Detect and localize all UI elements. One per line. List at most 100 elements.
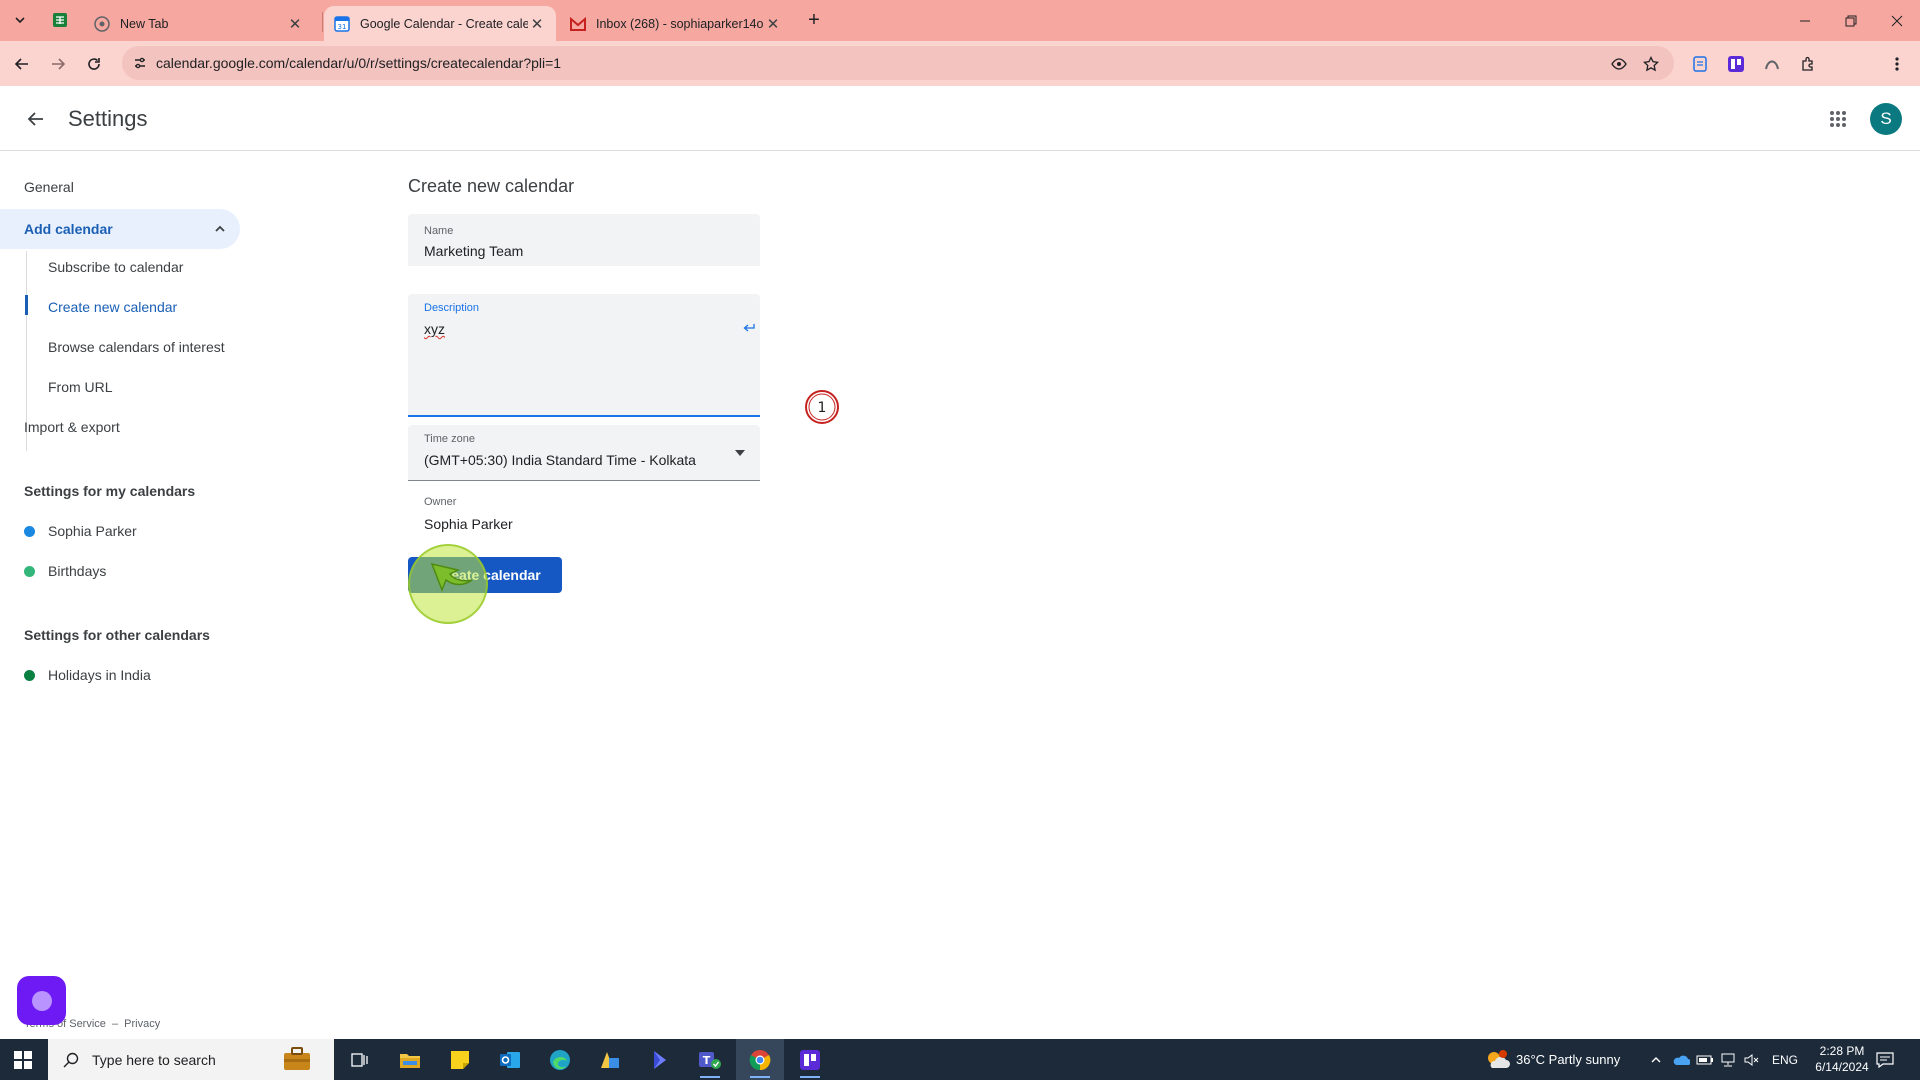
taskbar-sticky-notes[interactable] xyxy=(436,1039,484,1080)
clock-time: 2:28 PM xyxy=(1819,1044,1865,1058)
close-icon[interactable]: ✕ xyxy=(528,15,546,33)
tab-google-calendar[interactable]: 31 Google Calendar - Create calen ✕ xyxy=(324,6,556,41)
sidebar-item-add-calendar[interactable]: Add calendar xyxy=(0,209,240,249)
sheets-icon xyxy=(53,13,67,27)
extensions-puzzle-icon[interactable] xyxy=(1797,53,1819,75)
timezone-selected-value: (GMT+05:30) India Standard Time - Kolkat… xyxy=(424,452,696,468)
close-icon[interactable]: ✕ xyxy=(286,15,304,33)
name-field[interactable]: Name Marketing Team xyxy=(408,214,760,266)
minimize-icon xyxy=(1800,20,1810,21)
page-title: Settings xyxy=(68,106,148,131)
volume-muted-icon[interactable] xyxy=(1744,1039,1760,1080)
plus-icon: + xyxy=(808,8,820,31)
pinned-tab-sheets[interactable] xyxy=(46,8,74,32)
notifications-icon[interactable] xyxy=(1876,1039,1894,1080)
bookmark-star-icon[interactable] xyxy=(1640,53,1662,75)
field-label: Owner xyxy=(424,496,457,508)
files-icon xyxy=(601,1051,619,1068)
close-icon[interactable]: ✕ xyxy=(764,15,782,33)
sidebar-item-from-url[interactable]: From URL xyxy=(48,367,113,407)
chevron-down-icon xyxy=(15,17,25,24)
sidebar-item-calendar-birthdays[interactable]: Birthdays xyxy=(24,559,106,583)
sidebar-item-browse-calendars[interactable]: Browse calendars of interest xyxy=(48,327,225,367)
taskbar-outlook[interactable] xyxy=(486,1039,534,1080)
timezone-select[interactable]: Time zone (GMT+05:30) India Standard Tim… xyxy=(408,425,760,481)
browser-tab-strip: New Tab ✕ 31 Google Calendar - Create ca… xyxy=(0,0,1920,41)
restore-button[interactable] xyxy=(1828,0,1874,41)
tab-title: New Tab xyxy=(120,16,169,31)
section-heading-other-calendars: Settings for other calendars xyxy=(24,627,210,643)
weather-widget[interactable]: 36°C Partly sunny xyxy=(1484,1039,1620,1080)
description-field[interactable]: Description xyz xyxy=(408,294,760,417)
task-view-button[interactable] xyxy=(336,1039,384,1080)
copilot-icon xyxy=(654,1050,666,1069)
sidebar-item-calendar-holidays-india[interactable]: Holidays in India xyxy=(24,663,151,687)
step-number-badge: 1 xyxy=(805,390,839,424)
name-input-value[interactable]: Marketing Team xyxy=(424,243,523,259)
settings-header: Settings S xyxy=(0,86,1920,151)
chrome-icon xyxy=(749,1049,771,1070)
network-icon[interactable] xyxy=(1720,1039,1736,1080)
browser-toolbar: calendar.google.com/calendar/u/0/r/setti… xyxy=(0,41,1920,115)
taskbar-teams[interactable]: T xyxy=(686,1039,734,1080)
tab-search-button[interactable] xyxy=(6,8,34,32)
start-button[interactable] xyxy=(0,1039,46,1080)
privacy-link[interactable]: Privacy xyxy=(124,1018,160,1030)
extension-board-icon[interactable] xyxy=(1725,53,1747,75)
tab-gmail-inbox[interactable]: Inbox (268) - sophiaparker14oc ✕ xyxy=(560,6,792,41)
google-apps-button[interactable] xyxy=(1822,103,1854,135)
calendar-name: Birthdays xyxy=(48,563,107,579)
eye-off-icon[interactable] xyxy=(1608,53,1630,75)
taskbar-file-explorer[interactable] xyxy=(386,1039,434,1080)
chevron-up-icon[interactable] xyxy=(1650,1039,1662,1080)
sidebar-item-create-new-calendar[interactable]: Create new calendar xyxy=(48,287,177,327)
more-vert-icon[interactable] xyxy=(1886,53,1908,75)
back-button[interactable] xyxy=(7,49,37,79)
briefcase-icon xyxy=(284,1047,310,1070)
calendar-color-dot xyxy=(24,525,35,537)
taskbar-edge[interactable] xyxy=(536,1039,584,1080)
close-window-button[interactable] xyxy=(1874,0,1920,41)
site-info-icon[interactable] xyxy=(130,53,150,73)
system-clock[interactable]: 2:28 PM 6/14/2024 xyxy=(1810,1043,1874,1075)
sidebar-item-import-export[interactable]: Import & export xyxy=(24,407,120,447)
calendar-icon: 31 xyxy=(334,15,350,32)
taskbar-search-box[interactable]: Type here to search xyxy=(48,1039,334,1080)
language-indicator[interactable]: ENG xyxy=(1772,1039,1798,1080)
tab-new-tab[interactable]: New Tab ✕ xyxy=(84,6,314,41)
search-icon xyxy=(62,1051,80,1069)
extension-arc-icon[interactable] xyxy=(1761,53,1783,75)
step-number: 1 xyxy=(818,400,827,416)
description-input-value[interactable]: xyz xyxy=(424,321,445,337)
onedrive-icon[interactable] xyxy=(1672,1039,1690,1080)
address-bar[interactable]: calendar.google.com/calendar/u/0/r/setti… xyxy=(122,46,1674,80)
minimize-button[interactable] xyxy=(1782,0,1828,41)
sidebar-item-general[interactable]: General xyxy=(24,167,74,207)
tab-title: Inbox (268) - sophiaparker14oc xyxy=(596,16,764,31)
sidebar-item-calendar-sophia-parker[interactable]: Sophia Parker xyxy=(24,519,137,543)
taskbar-board-app[interactable] xyxy=(786,1039,834,1080)
account-avatar[interactable]: S xyxy=(1870,103,1902,135)
floating-assistant-button[interactable] xyxy=(17,976,66,1025)
subnav-active-indicator xyxy=(25,295,28,315)
battery-icon[interactable] xyxy=(1696,1039,1714,1080)
taskbar-chrome[interactable] xyxy=(736,1039,784,1080)
sidebar-item-subscribe[interactable]: Subscribe to calendar xyxy=(48,247,183,287)
field-label: Description xyxy=(424,302,480,314)
calendar-color-dot xyxy=(24,565,35,577)
new-tab-button[interactable]: + xyxy=(800,8,828,32)
chevron-up-icon[interactable] xyxy=(210,219,230,239)
outlook-icon xyxy=(500,1051,520,1068)
reload-button[interactable] xyxy=(79,49,109,79)
teams-icon: T xyxy=(699,1051,721,1069)
forward-button[interactable] xyxy=(43,49,73,79)
calendar-color-dot xyxy=(24,669,35,681)
taskbar-file-manager[interactable] xyxy=(586,1039,634,1080)
sidebar-item-label: Add calendar xyxy=(24,221,113,237)
cursor-arrow-icon xyxy=(430,562,473,593)
back-to-calendar-button[interactable] xyxy=(20,103,52,135)
taskbar-copilot[interactable] xyxy=(636,1039,684,1080)
extension-doc-icon[interactable] xyxy=(1689,53,1711,75)
assistant-icon xyxy=(31,990,52,1011)
footer-separator: – xyxy=(111,1018,119,1030)
